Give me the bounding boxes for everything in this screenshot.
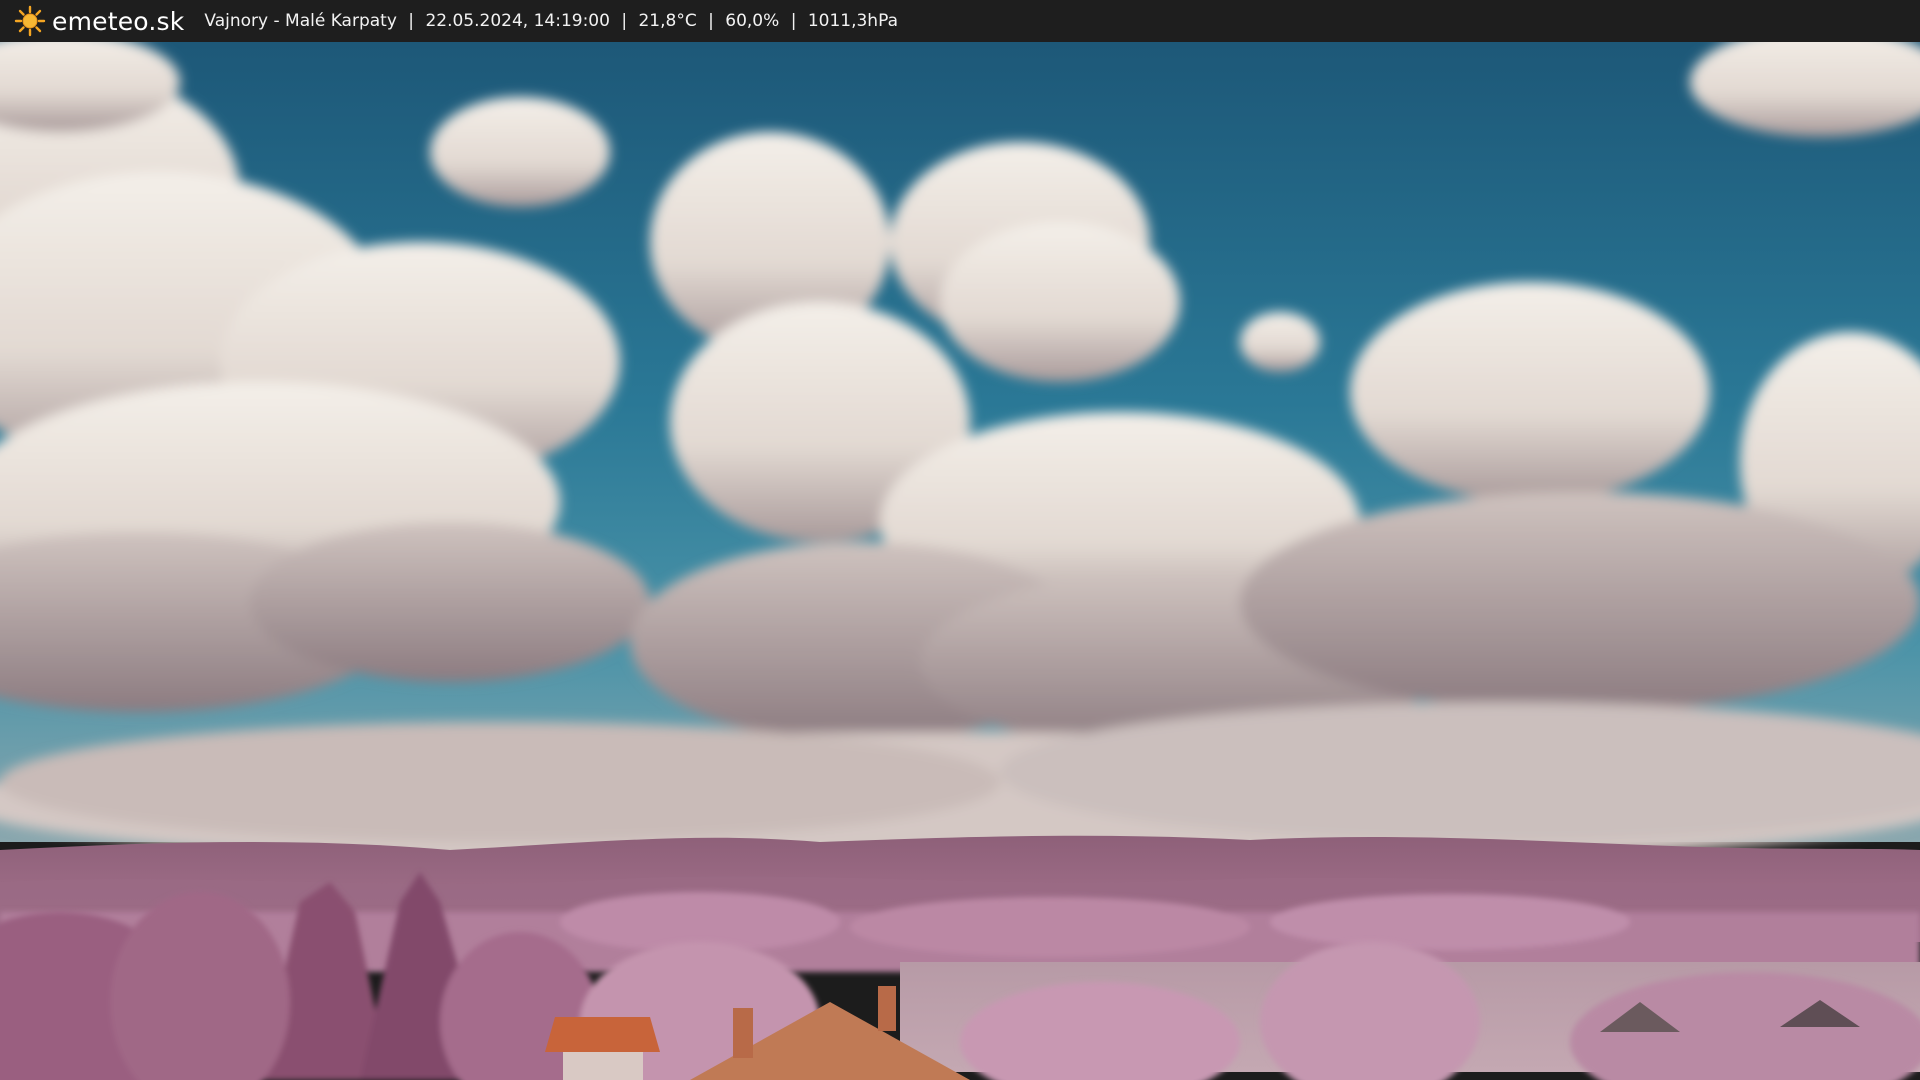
landscape-illustration	[0, 42, 1920, 1080]
pressure-label: 1011,3hPa	[807, 11, 898, 31]
location-label: Vajnory - Malé Karpaty	[204, 11, 397, 31]
datetime-label: 22.05.2024, 14:19:00	[425, 11, 610, 31]
station-info: Vajnory - Malé Karpaty | 22.05.2024, 14:…	[204, 11, 898, 31]
sun-icon	[14, 5, 46, 37]
separator: |	[408, 11, 415, 31]
humidity-label: 60,0%	[725, 11, 780, 31]
temperature-label: 21,8°C	[638, 11, 697, 31]
webcam-frame: emeteo.sk Vajnory - Malé Karpaty | 22.05…	[0, 0, 1920, 1080]
webcam-image	[0, 42, 1920, 1080]
brand[interactable]: emeteo.sk	[14, 5, 184, 37]
separator: |	[708, 11, 714, 31]
brand-name: emeteo.sk	[52, 6, 185, 36]
separator: |	[790, 11, 797, 31]
separator: |	[621, 11, 628, 31]
top-bar: emeteo.sk Vajnory - Malé Karpaty | 22.05…	[0, 0, 1920, 42]
